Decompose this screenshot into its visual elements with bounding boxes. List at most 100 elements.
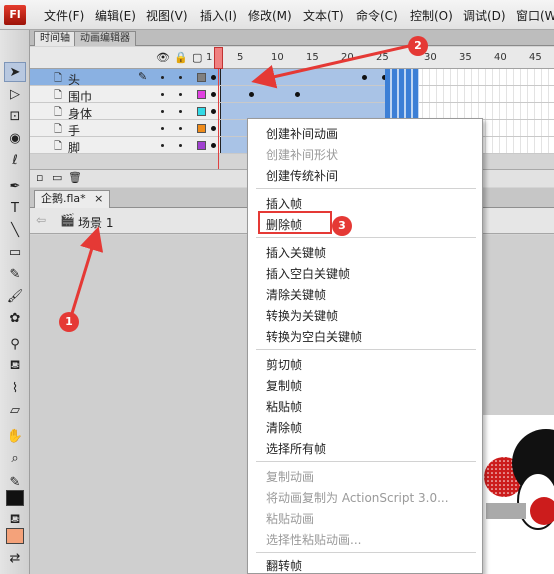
menu-commands[interactable]: 命令(C) (356, 7, 398, 24)
annotation-badge-2: 2 (408, 36, 428, 56)
keyframe[interactable] (295, 92, 300, 97)
swap-colors-icon[interactable]: ⇄ (4, 548, 26, 568)
annotation-highlight-box (258, 211, 332, 234)
document-tab[interactable]: 企鹅.fla* × (34, 190, 111, 208)
keyframe[interactable] (211, 92, 216, 97)
visibility-dot[interactable] (161, 93, 164, 96)
menu-item-select-all-frames[interactable]: 选择所有帧 (266, 440, 326, 457)
outline-icon[interactable]: ▢ (192, 51, 202, 64)
rectangle-tool-icon[interactable]: ▭ (4, 242, 26, 262)
menu-item-clear-frames[interactable]: 清除帧 (266, 419, 302, 436)
line-tool-icon[interactable]: ╲ (4, 220, 26, 240)
menu-item-convert-to-keyframe[interactable]: 转换为关键帧 (266, 307, 338, 324)
show-hide-icon[interactable]: 👁 (156, 51, 170, 64)
stroke-color-swatch[interactable] (6, 490, 24, 506)
menu-separator (256, 349, 476, 350)
zoom-tool-icon[interactable]: ⌕ (4, 448, 26, 468)
layer-row[interactable]: 🗋 围巾 (30, 86, 220, 104)
menu-file[interactable]: 文件(F) (44, 7, 84, 24)
eraser-tool-icon[interactable]: ▱ (4, 400, 26, 420)
delete-layer-icon[interactable]: 🗑 (68, 171, 82, 184)
menu-item-insert-frame[interactable]: 插入帧 (266, 195, 302, 212)
keyframe[interactable] (211, 109, 216, 114)
3d-rotation-tool-icon[interactable]: ◉ (4, 128, 26, 148)
keyframe[interactable] (211, 143, 216, 148)
tab-timeline[interactable]: 时间轴 (34, 31, 76, 46)
menu-item-create-motion-tween[interactable]: 创建补间动画 (266, 125, 338, 142)
visibility-dot[interactable] (161, 127, 164, 130)
lock-dot[interactable] (179, 76, 182, 79)
new-layer-icon[interactable]: ▫ (36, 171, 43, 184)
menu-view[interactable]: 视图(V) (146, 7, 188, 24)
playhead-handle[interactable] (214, 47, 223, 69)
layer-row[interactable]: 🗋 头 ✎ (30, 69, 220, 87)
fill-color-swatch[interactable] (6, 528, 24, 544)
menu-item-cut-frames[interactable]: 剪切帧 (266, 356, 302, 373)
menu-item-copy-motion: 复制动画 (266, 470, 315, 484)
menu-item-paste-frames[interactable]: 粘贴帧 (266, 398, 302, 415)
layer-row[interactable]: 🗋 手 (30, 120, 220, 138)
menu-item-copy-frames[interactable]: 复制帧 (266, 377, 302, 394)
new-folder-icon[interactable]: ▭ (52, 171, 62, 184)
frame-span[interactable] (220, 103, 398, 119)
menu-item-paste-motion-special: 选择性粘贴动画... (266, 533, 362, 547)
close-icon[interactable]: × (94, 192, 103, 205)
menu-debug[interactable]: 调试(D) (463, 7, 506, 24)
frame-span[interactable] (220, 86, 398, 102)
keyframe[interactable] (211, 75, 216, 80)
tab-motion-editor[interactable]: 动画编辑器 (74, 31, 136, 46)
free-transform-tool-icon[interactable]: ⊡ (4, 106, 26, 126)
menu-window[interactable]: 窗口(W) (516, 7, 554, 24)
menu-item-clear-keyframe[interactable]: 清除关键帧 (266, 286, 326, 303)
paint-bucket-tool-icon[interactable]: ⛾ (4, 356, 26, 376)
stroke-color-icon[interactable]: ✎ (4, 472, 26, 492)
layer-color-box[interactable] (197, 107, 206, 116)
menu-item-reverse-frames[interactable]: 翻转帧 (266, 557, 302, 574)
fill-color-icon[interactable]: ⛾ (4, 510, 26, 530)
layer-row[interactable]: 🗋 脚 (30, 137, 220, 155)
keyframe[interactable] (249, 92, 254, 97)
visibility-dot[interactable] (161, 144, 164, 147)
text-tool-icon[interactable]: T (4, 198, 26, 218)
visibility-dot[interactable] (161, 110, 164, 113)
deco-tool-icon[interactable]: ✿ (4, 308, 26, 328)
lock-icon[interactable]: 🔒 (174, 51, 188, 64)
frame-span[interactable] (220, 69, 398, 85)
layer-color-box[interactable] (197, 90, 206, 99)
scene-icon: 🎬 (60, 213, 75, 227)
menu-separator (256, 237, 476, 238)
keyframe[interactable] (362, 75, 367, 80)
lock-dot[interactable] (179, 127, 182, 130)
menu-control[interactable]: 控制(O) (410, 7, 453, 24)
menu-modify[interactable]: 修改(M) (248, 7, 292, 24)
layer-color-box[interactable] (197, 73, 206, 82)
visibility-dot[interactable] (161, 76, 164, 79)
lock-dot[interactable] (179, 110, 182, 113)
eyedropper-tool-icon[interactable]: ⌇ (4, 378, 26, 398)
pen-tool-icon[interactable]: ✒ (4, 176, 26, 196)
selection-tool-icon[interactable]: ➤ (4, 62, 26, 82)
subselection-tool-icon[interactable]: ▷ (4, 84, 26, 104)
menu-item-convert-to-blank-keyframe[interactable]: 转换为空白关键帧 (266, 328, 362, 345)
menu-insert[interactable]: 插入(I) (200, 7, 237, 24)
keyframe[interactable] (211, 126, 216, 131)
bone-tool-icon[interactable]: ⚲ (4, 334, 26, 354)
pencil-tool-icon[interactable]: ✎ (4, 264, 26, 284)
brush-tool-icon[interactable]: 🖌 (4, 286, 26, 306)
menu-item-copy-motion-as3: 将动画复制为 ActionScript 3.0... (266, 491, 449, 505)
layer-row[interactable]: 🗋 身体 (30, 103, 220, 121)
lasso-tool-icon[interactable]: ℓ (4, 150, 26, 170)
menu-item-insert-keyframe[interactable]: 插入关键帧 (266, 244, 326, 261)
menu-item-create-classic-tween[interactable]: 创建传统补间 (266, 167, 338, 184)
scene-label[interactable]: 场景 1 (78, 214, 113, 231)
hand-tool-icon[interactable]: ✋ (4, 426, 26, 446)
timeline-tab-bar: 时间轴 动画编辑器 (30, 30, 554, 46)
menu-text[interactable]: 文本(T) (303, 7, 344, 24)
back-arrow-icon[interactable]: ⇦ (36, 213, 46, 227)
menu-edit[interactable]: 编辑(E) (95, 7, 136, 24)
lock-dot[interactable] (179, 93, 182, 96)
layer-color-box[interactable] (197, 124, 206, 133)
lock-dot[interactable] (179, 144, 182, 147)
layer-color-box[interactable] (197, 141, 206, 150)
menu-item-insert-blank-keyframe[interactable]: 插入空白关键帧 (266, 265, 350, 282)
